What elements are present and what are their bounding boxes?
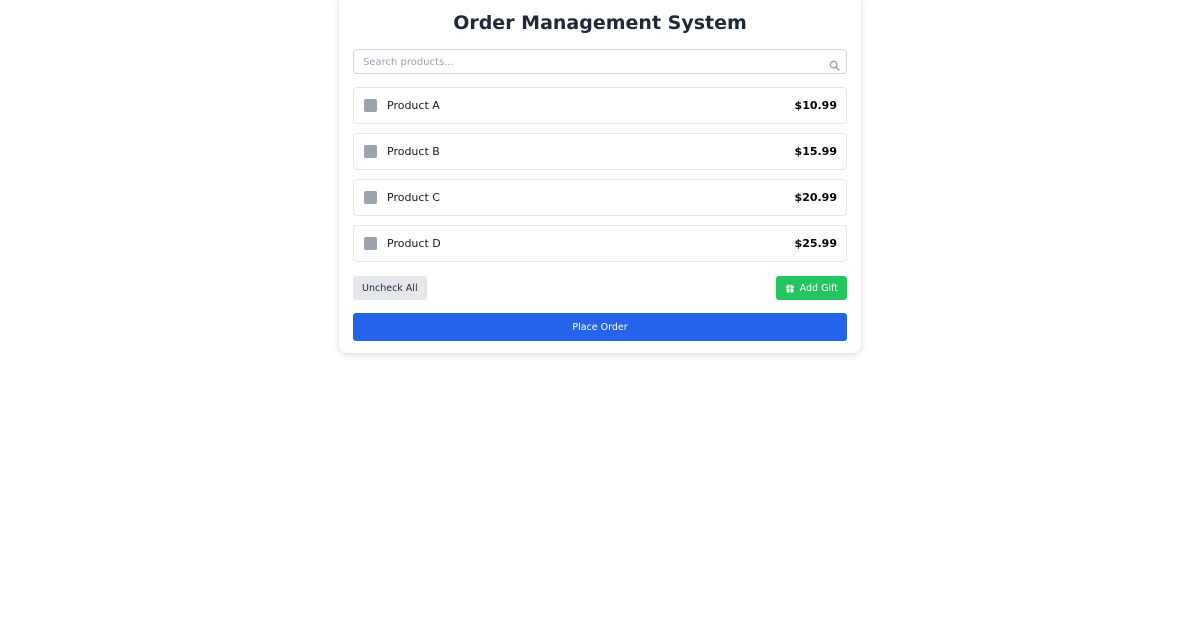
search-box (353, 49, 847, 74)
product-row[interactable]: Product C $20.99 (353, 179, 847, 216)
product-row[interactable]: Product A $10.99 (353, 87, 847, 124)
search-input[interactable] (354, 51, 846, 74)
product-name: Product B (387, 145, 440, 158)
product-row[interactable]: Product B $15.99 (353, 133, 847, 170)
search-icon[interactable] (829, 56, 840, 71)
product-row[interactable]: Product D $25.99 (353, 225, 847, 262)
place-order-button[interactable]: Place Order (353, 313, 847, 341)
product-price: $10.99 (794, 99, 837, 112)
action-bar: Uncheck All Add Gift (353, 276, 847, 300)
product-checkbox[interactable] (364, 191, 377, 204)
add-gift-label: Add Gift (799, 282, 838, 294)
product-checkbox[interactable] (364, 237, 377, 250)
product-checkbox[interactable] (364, 99, 377, 112)
order-card: Order Management System Product A $10.99… (339, 0, 861, 353)
product-name: Product C (387, 191, 440, 204)
product-list: Product A $10.99 Product B $15.99 Produc… (353, 87, 847, 262)
add-gift-button[interactable]: Add Gift (775, 276, 847, 300)
product-price: $25.99 (794, 237, 837, 250)
uncheck-all-button[interactable]: Uncheck All (353, 276, 427, 300)
product-price: $20.99 (794, 191, 837, 204)
product-price: $15.99 (794, 145, 837, 158)
product-checkbox[interactable] (364, 145, 377, 158)
product-name: Product A (387, 99, 440, 112)
page-title: Order Management System (453, 12, 747, 34)
product-name: Product D (387, 237, 441, 250)
gift-icon (785, 283, 795, 293)
